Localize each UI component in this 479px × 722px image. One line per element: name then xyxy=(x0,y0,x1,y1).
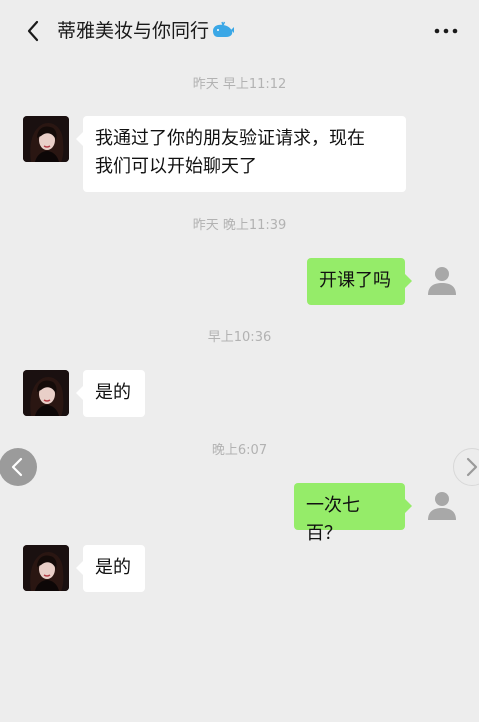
whale-icon xyxy=(213,21,235,37)
timestamp: 早上10:36 xyxy=(207,330,272,345)
message-text: 是的 xyxy=(95,382,131,403)
message-bubble-received[interactable]: 是的 xyxy=(76,545,145,592)
message-bubble-received[interactable]: 我通过了你的朋友验证请求，现在 我们可以开始聊天了 xyxy=(76,116,406,192)
contact-photo-icon xyxy=(23,370,69,416)
message-text: 开课了吗 xyxy=(319,270,391,291)
message-bubble-sent[interactable]: 开课了吗 xyxy=(307,258,412,305)
contact-avatar[interactable] xyxy=(23,545,69,591)
message-text-line: 我通过了你的朋友验证请求，现在 xyxy=(95,128,365,149)
contact-avatar[interactable] xyxy=(23,370,69,416)
chevron-right-icon xyxy=(466,457,478,477)
chevron-left-icon xyxy=(27,20,39,42)
message-bubble-received[interactable]: 是的 xyxy=(76,370,145,417)
contact-avatar[interactable] xyxy=(23,116,69,162)
my-avatar[interactable] xyxy=(419,258,465,304)
previous-image-button[interactable] xyxy=(0,448,37,486)
message-text: 是的 xyxy=(95,557,131,578)
timestamp: 晚上6:07 xyxy=(211,443,268,458)
timestamp: 昨天 早上11:12 xyxy=(192,77,287,92)
default-user-icon xyxy=(428,267,456,295)
chat-header: 蒂雅美妆与你同行 xyxy=(0,0,479,62)
timestamp: 昨天 晚上11:39 xyxy=(192,218,287,233)
chat-title: 蒂雅美妆与你同行 xyxy=(57,17,235,45)
back-button[interactable] xyxy=(22,16,46,46)
contact-photo-icon xyxy=(23,545,69,591)
more-dots-icon xyxy=(434,28,458,34)
contact-photo-icon xyxy=(23,116,69,162)
more-options-button[interactable] xyxy=(431,18,461,44)
chevron-left-icon xyxy=(11,457,23,477)
my-avatar[interactable] xyxy=(419,483,465,529)
chat-title-text: 蒂雅美妆与你同行 xyxy=(57,20,210,42)
message-text-line: 我们可以开始聊天了 xyxy=(95,156,257,177)
next-image-button[interactable] xyxy=(453,448,479,486)
message-bubble-sent[interactable]: 一次七百？ xyxy=(294,483,412,544)
default-user-icon xyxy=(428,492,456,520)
message-text: 一次七百？ xyxy=(306,495,360,544)
